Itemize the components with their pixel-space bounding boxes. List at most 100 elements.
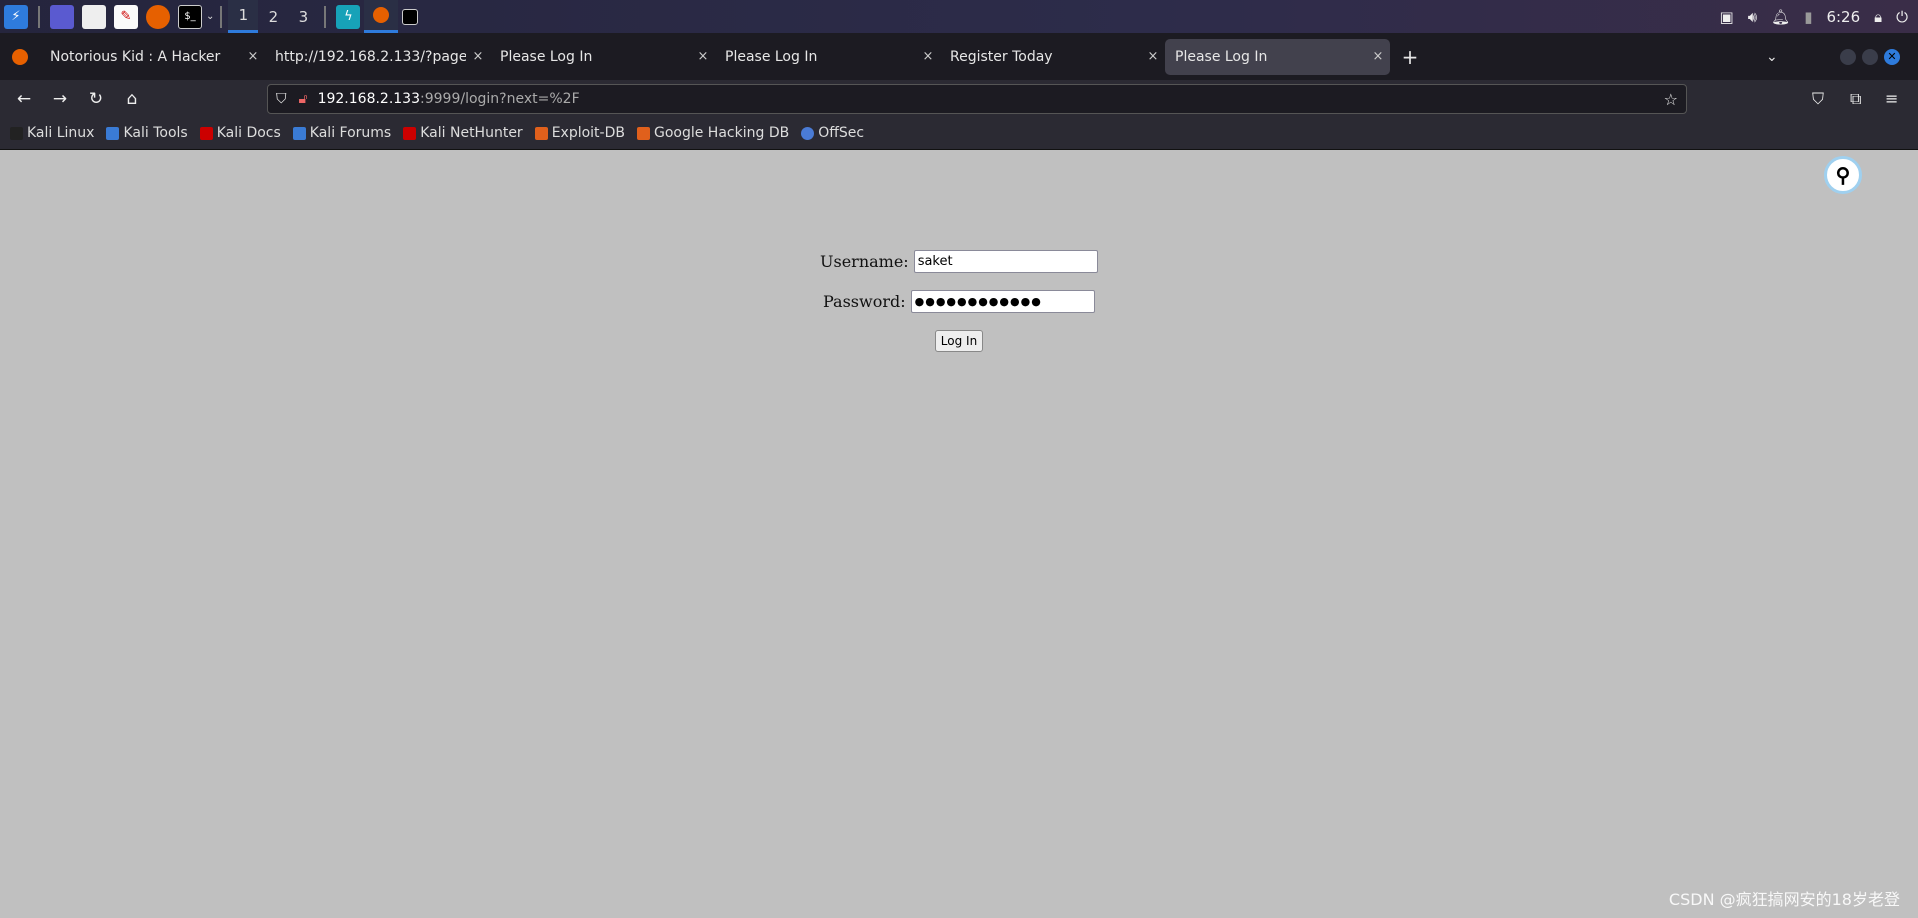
new-tab-button[interactable]: +	[1390, 45, 1430, 69]
url-path: :9999/login?next=%2F	[420, 91, 580, 107]
home-icon[interactable]: ⌂	[114, 89, 150, 109]
url-bar[interactable]: ⛉ 🔓︎ 192.168.2.133:9999/login?next=%2F ☆	[267, 84, 1687, 114]
bookmark-label: Kali NetHunter	[420, 125, 523, 141]
ghdb-icon	[636, 126, 650, 140]
forward-icon[interactable]: →	[42, 89, 78, 109]
divider	[38, 5, 40, 28]
username-input[interactable]	[913, 250, 1098, 273]
tab-title: Notorious Kid : A Hacker	[50, 48, 221, 65]
nethunter-icon	[403, 126, 417, 140]
desktop-icon[interactable]	[50, 4, 74, 29]
kali-menu-icon[interactable]: ⚡	[4, 4, 28, 29]
bookmark-kali-docs[interactable]: Kali Docs	[199, 125, 281, 141]
close-tab-icon[interactable]: ×	[1141, 49, 1165, 64]
file-manager-icon[interactable]	[82, 4, 106, 29]
bookmark-star-icon[interactable]: ☆	[1664, 90, 1678, 109]
tab-active[interactable]: Please Log In ×	[1165, 38, 1390, 75]
clock[interactable]: 6:26	[1826, 8, 1860, 26]
offsec-icon	[801, 126, 815, 140]
logout-icon[interactable]: ⏻	[1896, 8, 1908, 26]
password-label: Password:	[823, 292, 906, 311]
close-tab-icon[interactable]: ×	[241, 49, 265, 64]
reload-icon[interactable]: ↻	[78, 89, 114, 109]
back-icon[interactable]: ←	[6, 89, 42, 109]
divider	[220, 5, 223, 28]
bookmark-label: Kali Linux	[27, 125, 95, 141]
close-tab-icon[interactable]: ×	[1366, 49, 1390, 64]
extension-floating-icon[interactable]: ⚲	[1824, 156, 1862, 194]
tab-title: Please Log In	[725, 48, 818, 65]
bookmarks-toolbar: Kali Linux Kali Tools Kali Docs Kali For…	[0, 117, 1918, 150]
extensions-icon[interactable]: ⧉	[1850, 89, 1861, 109]
list-tabs-icon[interactable]: ⌄	[1766, 49, 1778, 65]
firefox-icon[interactable]	[146, 4, 170, 29]
watermark: CSDN @疯狂搞网安的18岁老登	[1668, 890, 1900, 909]
url-host: 192.168.2.133	[317, 91, 421, 107]
tab[interactable]: Please Log In ×	[715, 39, 940, 75]
tab[interactable]: http://192.168.2.133/?page_no×	[265, 39, 490, 75]
password-row: Password:	[823, 290, 1095, 313]
divider	[324, 5, 327, 28]
shield-icon[interactable]: ⛉	[276, 91, 287, 107]
login-button[interactable]: Log In	[935, 330, 983, 352]
bookmark-exploit-db[interactable]: Exploit-DB	[534, 125, 625, 141]
system-taskbar: ⚡ ✎ $_ ⌄ 1 2 3 ϟ ▣ 🔊︎ 🔔︎ ▮ 6:26 🔒︎ ⏻	[0, 0, 1918, 33]
close-tab-icon[interactable]: ×	[916, 49, 940, 64]
lock-icon[interactable]: 🔒︎	[1874, 8, 1882, 26]
bookmark-offsec[interactable]: OffSec	[801, 125, 864, 141]
workspace-2[interactable]: 2	[258, 0, 288, 33]
volume-icon[interactable]: 🔊︎	[1748, 8, 1757, 26]
kali-tools-icon	[106, 126, 120, 140]
kali-forums-icon	[292, 126, 306, 140]
page-content: ⚲ Username: Password: Log In CSDN @疯狂搞网安…	[0, 150, 1918, 918]
username-label: Username:	[820, 252, 909, 271]
tab-title: Please Log In	[1175, 48, 1268, 65]
window-controls: ✕	[1840, 48, 1900, 65]
terminal-window-icon[interactable]	[402, 8, 419, 25]
bookmark-label: Kali Forums	[309, 125, 392, 141]
firefox-view-icon[interactable]	[0, 48, 40, 65]
username-row: Username:	[820, 250, 1098, 273]
maximize-button[interactable]	[1862, 48, 1878, 65]
terminal-icon[interactable]: $_	[178, 4, 202, 29]
insecure-lock-icon[interactable]: 🔓︎	[299, 91, 308, 107]
tab-title: Please Log In	[500, 48, 593, 65]
bookmark-kali-linux[interactable]: Kali Linux	[10, 125, 94, 141]
system-tray: ▣ 🔊︎ 🔔︎ ▮ 6:26 🔒︎ ⏻	[1720, 0, 1918, 33]
tab[interactable]: Notorious Kid : A Hacker ×	[40, 39, 265, 75]
bookmark-kali-tools[interactable]: Kali Tools	[106, 125, 188, 141]
bookmark-label: Kali Tools	[123, 125, 188, 141]
bookmark-kali-forums[interactable]: Kali Forums	[292, 125, 392, 141]
bookmark-label: OffSec	[818, 125, 865, 141]
workspace-3[interactable]: 3	[288, 0, 318, 33]
burp-icon[interactable]: ϟ	[336, 4, 361, 29]
tab-title: http://192.168.2.133/?page_no	[275, 48, 466, 65]
bookmark-label: Kali Docs	[216, 125, 281, 141]
tab[interactable]: Please Log In ×	[490, 39, 715, 75]
close-window-button[interactable]: ✕	[1884, 48, 1900, 65]
minimize-button[interactable]	[1840, 48, 1856, 65]
notification-icon[interactable]: 🔔︎	[1771, 8, 1790, 26]
battery-icon[interactable]: ▮	[1804, 8, 1812, 26]
bookmark-google-hacking-db[interactable]: Google Hacking DB	[636, 125, 790, 141]
tab-title: Register Today	[950, 48, 1053, 65]
close-tab-icon[interactable]: ×	[466, 49, 490, 64]
text-editor-icon[interactable]: ✎	[114, 4, 138, 29]
chevron-down-icon[interactable]: ⌄	[206, 11, 214, 22]
workspace-1[interactable]: 1	[228, 0, 259, 33]
network-icon[interactable]: ▣	[1720, 8, 1734, 26]
pocket-icon[interactable]: ⛉	[1812, 89, 1824, 109]
menu-icon[interactable]: ≡	[1885, 89, 1898, 108]
kali-docs-icon	[199, 126, 213, 140]
tab[interactable]: Register Today ×	[940, 39, 1165, 75]
bookmark-label: Exploit-DB	[551, 125, 625, 141]
exploit-db-icon	[534, 126, 548, 140]
navigation-toolbar: ← → ↻ ⌂ ⛉ 🔓︎ 192.168.2.133:9999/login?ne…	[0, 80, 1918, 117]
bookmark-kali-nethunter[interactable]: Kali NetHunter	[403, 125, 523, 141]
kali-dragon-icon	[10, 126, 23, 140]
browser-tab-bar: Notorious Kid : A Hacker × http://192.168…	[0, 33, 1918, 80]
close-tab-icon[interactable]: ×	[691, 49, 715, 64]
bookmark-label: Google Hacking DB	[653, 125, 790, 141]
password-input[interactable]	[910, 290, 1095, 313]
firefox-window-icon[interactable]	[364, 0, 399, 33]
